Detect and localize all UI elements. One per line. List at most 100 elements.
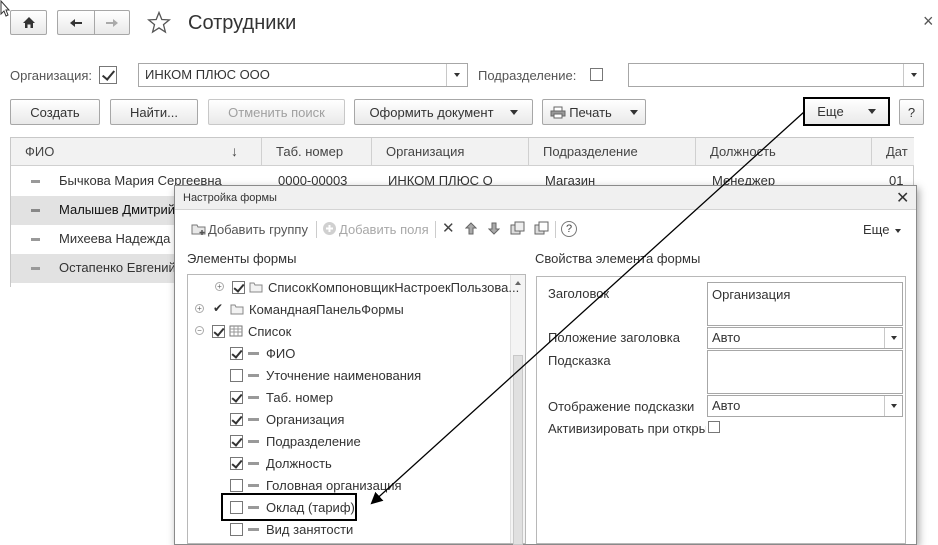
tree-item-checkbox[interactable] — [230, 435, 243, 448]
organization-dropdown-button[interactable] — [446, 64, 466, 86]
expand-icon[interactable]: + — [195, 304, 204, 313]
organization-value: ИНКОМ ПЛЮС ООО — [145, 67, 270, 82]
field-icon — [248, 352, 259, 355]
help-button[interactable]: ? — [899, 99, 924, 125]
header-prop-field[interactable]: Организация — [707, 282, 903, 326]
tree-item[interactable]: − Список — [190, 322, 508, 342]
check-mark-icon[interactable]: ✔ — [213, 301, 223, 315]
chevron-down-icon — [509, 109, 518, 115]
forward-button[interactable] — [94, 10, 130, 35]
tree-item-checkbox[interactable] — [230, 413, 243, 426]
column-header-subdivision[interactable]: Подразделение — [529, 138, 696, 166]
table-row[interactable]: Михеева Надежда — [11, 225, 181, 254]
tree-item-label: КоманднаяПанельФормы — [249, 302, 404, 317]
dialog-more-button[interactable]: Еще — [863, 222, 902, 237]
back-button[interactable] — [57, 10, 94, 35]
tree-item-checkbox[interactable] — [230, 457, 243, 470]
tree-item[interactable]: + СписокКомпоновщикНастроекПользова... — [190, 278, 519, 298]
column-header-tab-number[interactable]: Таб. номер — [262, 138, 372, 166]
expand-icon[interactable]: + — [215, 282, 224, 291]
close-icon[interactable]: × — [923, 11, 934, 32]
move-down-icon[interactable] — [488, 222, 500, 235]
row-name: Малышев Дмитрий — [59, 202, 176, 217]
table-row[interactable]: Малышев Дмитрий — [11, 196, 181, 225]
field-icon — [248, 528, 259, 531]
home-icon — [22, 17, 35, 28]
tree-item-checkbox[interactable] — [232, 281, 245, 294]
print-button[interactable]: Печать — [542, 99, 646, 125]
more-button[interactable]: Еще — [803, 97, 890, 126]
element-properties-title: Свойства элемента формы — [535, 251, 701, 266]
tree-item[interactable]: Подразделение — [190, 432, 508, 452]
tree-item-checkbox[interactable] — [212, 325, 225, 338]
organization-checkbox[interactable] — [99, 66, 117, 84]
tree-scrollbar[interactable] — [510, 275, 525, 545]
tree-item[interactable]: Вид занятости — [190, 520, 508, 540]
table-row[interactable]: Остапенко Евгений — [11, 254, 181, 283]
tree-item[interactable]: Оклад (тариф) — [190, 493, 508, 521]
dialog-help-button[interactable]: ? — [561, 221, 577, 237]
subdivision-field[interactable] — [628, 63, 924, 87]
tree-item[interactable]: Должность — [190, 454, 508, 474]
home-button[interactable] — [10, 10, 47, 35]
tree-item-checkbox[interactable] — [230, 523, 243, 536]
header-position-field[interactable]: Авто — [707, 327, 903, 349]
subdivision-checkbox[interactable] — [590, 68, 603, 81]
cancel-search-button[interactable]: Отменить поиск — [208, 99, 345, 125]
move-up-icon[interactable] — [465, 222, 477, 235]
tree-item-checkbox[interactable] — [230, 347, 243, 360]
field-icon — [248, 396, 259, 399]
header-position-dropdown[interactable] — [884, 328, 902, 348]
highlight-box — [221, 493, 357, 521]
chevron-down-icon — [629, 109, 638, 115]
tree-item[interactable]: Организация — [190, 410, 508, 430]
sort-arrow-icon[interactable]: ↓ — [231, 143, 238, 159]
tree-item-checkbox[interactable] — [230, 479, 243, 492]
favorite-star-icon[interactable] — [147, 11, 171, 34]
folder-icon — [249, 282, 263, 293]
add-fields-icon — [323, 222, 336, 235]
paste-icon[interactable] — [534, 221, 549, 236]
organization-label: Организация: — [10, 68, 93, 83]
tree-item-checkbox[interactable] — [230, 369, 243, 382]
field-icon — [248, 418, 259, 421]
dialog-title-bar — [175, 186, 916, 210]
create-button[interactable]: Создать — [10, 99, 100, 125]
tree-item[interactable]: ФИО — [190, 344, 508, 364]
column-header-position[interactable]: Должность — [696, 138, 872, 166]
subdivision-dropdown-button[interactable] — [903, 64, 923, 86]
dialog-more-label: Еще — [863, 222, 890, 237]
find-button[interactable]: Найти... — [110, 99, 198, 125]
tree-item-label: Должность — [266, 456, 332, 471]
collapse-icon[interactable]: − — [195, 326, 204, 335]
column-header-organization[interactable]: Организация — [372, 138, 529, 166]
make-document-button[interactable]: Оформить документ — [354, 99, 533, 125]
organization-field[interactable]: ИНКОМ ПЛЮС ООО — [138, 63, 468, 87]
dialog-title: Настройка формы — [183, 192, 277, 204]
tree-item[interactable]: Таб. номер — [190, 388, 508, 408]
field-icon — [248, 462, 259, 465]
form-elements-title: Элементы формы — [187, 251, 297, 266]
subdivision-label: Подразделение: — [478, 68, 577, 83]
chevron-down-icon — [910, 73, 917, 77]
column-header-date[interactable]: Дат — [872, 138, 914, 166]
copy-icon[interactable] — [510, 221, 525, 236]
hint-display-dropdown[interactable] — [884, 396, 902, 416]
hint-display-field[interactable]: Авто — [707, 395, 903, 417]
add-group-button[interactable]: Добавить группу — [208, 222, 308, 237]
tree-item[interactable]: Уточнение наименования — [190, 366, 508, 386]
tree-item[interactable]: + ✔ КоманднаяПанельФормы — [190, 300, 508, 320]
scrollbar-thumb[interactable] — [513, 355, 523, 545]
dialog-close-icon[interactable]: ✕ — [896, 188, 909, 208]
activate-on-open-checkbox[interactable] — [708, 421, 720, 433]
hint-display-label: Отображение подсказки — [548, 399, 695, 414]
printer-icon — [550, 106, 566, 118]
column-header-fio[interactable]: ФИО — [11, 138, 262, 166]
toolbar-separator — [316, 221, 317, 238]
hint-field[interactable] — [707, 350, 903, 394]
make-document-label: Оформить документ — [369, 104, 494, 120]
field-icon — [248, 484, 259, 487]
delete-icon[interactable]: ✕ — [442, 219, 455, 237]
add-fields-button[interactable]: Добавить поля — [339, 222, 429, 237]
tree-item-checkbox[interactable] — [230, 391, 243, 404]
